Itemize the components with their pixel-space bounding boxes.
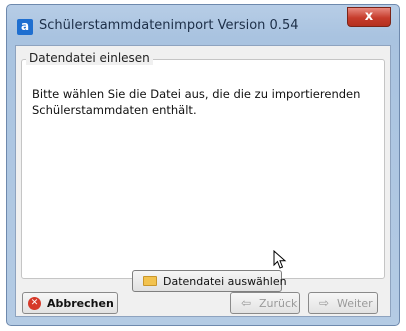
app-icon: a bbox=[17, 19, 33, 35]
select-datafile-button[interactable]: Datendatei auswählen bbox=[132, 270, 287, 292]
back-button[interactable]: ⇦ Zurück bbox=[230, 292, 300, 314]
next-label: Weiter bbox=[337, 297, 373, 310]
import-dialog-window: a Schülerstammdatenimport Version 0.54 x… bbox=[6, 4, 400, 326]
cancel-icon: ✕ bbox=[28, 297, 41, 310]
instruction-text: Bitte wählen Sie die Datei aus, die die … bbox=[32, 87, 361, 117]
arrow-left-icon: ⇦ bbox=[241, 296, 252, 310]
title-bar[interactable]: a Schülerstammdatenimport Version 0.54 x bbox=[7, 5, 399, 45]
window-title: Schülerstammdatenimport Version 0.54 bbox=[39, 18, 299, 33]
mouse-cursor-icon bbox=[273, 250, 287, 269]
datafile-groupbox: Datendatei einlesen Bitte wählen Sie die… bbox=[21, 51, 385, 292]
cancel-label: Abbrechen bbox=[47, 297, 114, 310]
select-datafile-label: Datendatei auswählen bbox=[163, 275, 287, 288]
cancel-button[interactable]: ✕ Abbrechen bbox=[22, 292, 118, 314]
back-label: Zurück bbox=[259, 297, 298, 310]
dialog-client-area: Datendatei einlesen Bitte wählen Sie die… bbox=[15, 45, 391, 317]
folder-icon bbox=[143, 276, 157, 286]
close-button[interactable]: x bbox=[347, 7, 391, 27]
arrow-right-icon: ⇨ bbox=[319, 296, 330, 310]
groupbox-title: Datendatei einlesen bbox=[26, 51, 153, 65]
next-button[interactable]: ⇨ Weiter bbox=[308, 292, 378, 314]
